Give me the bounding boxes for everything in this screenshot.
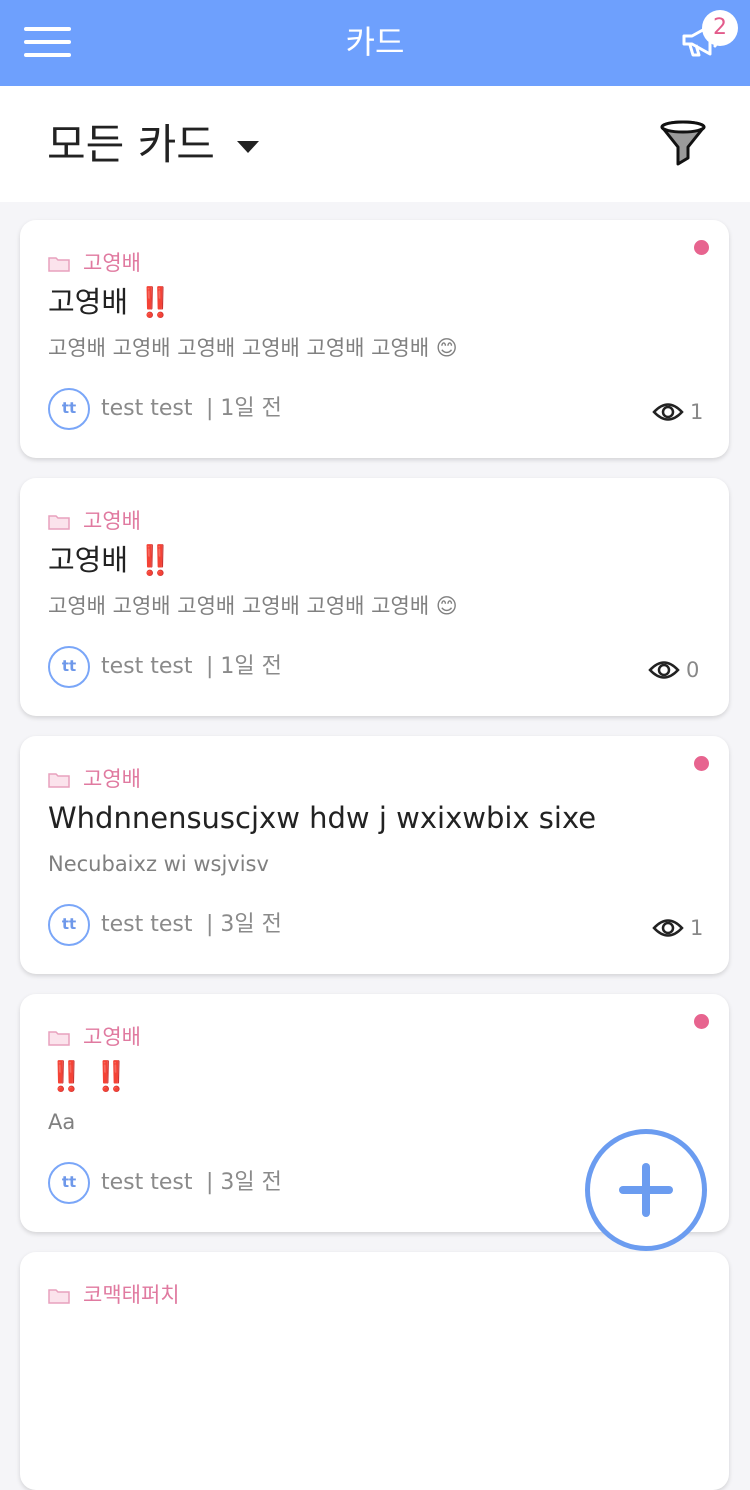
card-title: Whdnnensuscjxw hdw j wxixwbix sixe: [48, 801, 597, 835]
avatar: tt: [48, 646, 90, 688]
card-author: test test: [101, 1170, 193, 1195]
card-body: 고영배 고영배 고영배 고영배 고영배 고영배 😊: [48, 594, 458, 618]
folder-icon: [48, 257, 70, 272]
avatar: tt: [48, 388, 90, 430]
plus-icon: [619, 1163, 673, 1217]
folder-icon: [48, 1031, 70, 1046]
card-time: | 1일 전: [206, 654, 282, 679]
card-category: 고영배: [83, 251, 141, 275]
card-item[interactable]: 고영배 Whdnnensuscjxw hdw j wxixwbix sixe N…: [20, 736, 729, 974]
card-body: Necubaixz wi wsjvisv: [48, 852, 269, 876]
add-card-button[interactable]: [585, 1129, 707, 1251]
card-time: | 1일 전: [206, 396, 282, 421]
eye-icon: [648, 661, 680, 679]
card-scope-dropdown[interactable]: 모든 카드: [47, 120, 215, 170]
funnel-icon[interactable]: [658, 120, 708, 170]
card-item[interactable]: 코맥태퍼치: [20, 1252, 729, 1490]
unread-dot: [694, 756, 709, 771]
card-category: 코맥태퍼치: [83, 1283, 180, 1307]
card-author: test test: [101, 912, 193, 937]
eye-icon: [652, 403, 684, 421]
card-category: 고영배: [83, 509, 141, 533]
view-count: 0: [686, 658, 700, 682]
unread-dot: [694, 240, 709, 255]
card-title: ‼️ ‼️: [48, 1059, 130, 1093]
card-item[interactable]: 고영배 고영배 ‼️ 고영배 고영배 고영배 고영배 고영배 고영배 😊 tt …: [20, 478, 729, 716]
view-count: 1: [690, 400, 704, 424]
card-category: 고영배: [83, 1025, 141, 1049]
app-bar: 카드 2: [0, 0, 750, 86]
card-item[interactable]: 고영배 고영배 ‼️ 고영배 고영배 고영배 고영배 고영배 고영배 😊 tt …: [20, 220, 729, 458]
card-time: | 3일 전: [206, 912, 282, 937]
card-body: 고영배 고영배 고영배 고영배 고영배 고영배 😊: [48, 336, 458, 360]
caret-down-icon[interactable]: [236, 140, 260, 154]
card-author: test test: [101, 396, 193, 421]
card-time: | 3일 전: [206, 1170, 282, 1195]
avatar: tt: [48, 1162, 90, 1204]
card-category: 고영배: [83, 767, 141, 791]
card-author: test test: [101, 654, 193, 679]
view-count: 1: [690, 916, 704, 940]
folder-icon: [48, 1289, 70, 1304]
unread-dot: [694, 1014, 709, 1029]
page-title: 카드: [345, 23, 405, 61]
card-title: 고영배 ‼️: [48, 285, 174, 319]
card-body: Aa: [48, 1110, 76, 1134]
avatar: tt: [48, 904, 90, 946]
eye-icon: [652, 919, 684, 937]
folder-icon: [48, 773, 70, 788]
notice-count-badge: 2: [702, 10, 738, 46]
folder-icon: [48, 515, 70, 530]
filter-bar: 모든 카드: [0, 86, 750, 202]
card-title: 고영배 ‼️: [48, 543, 174, 577]
